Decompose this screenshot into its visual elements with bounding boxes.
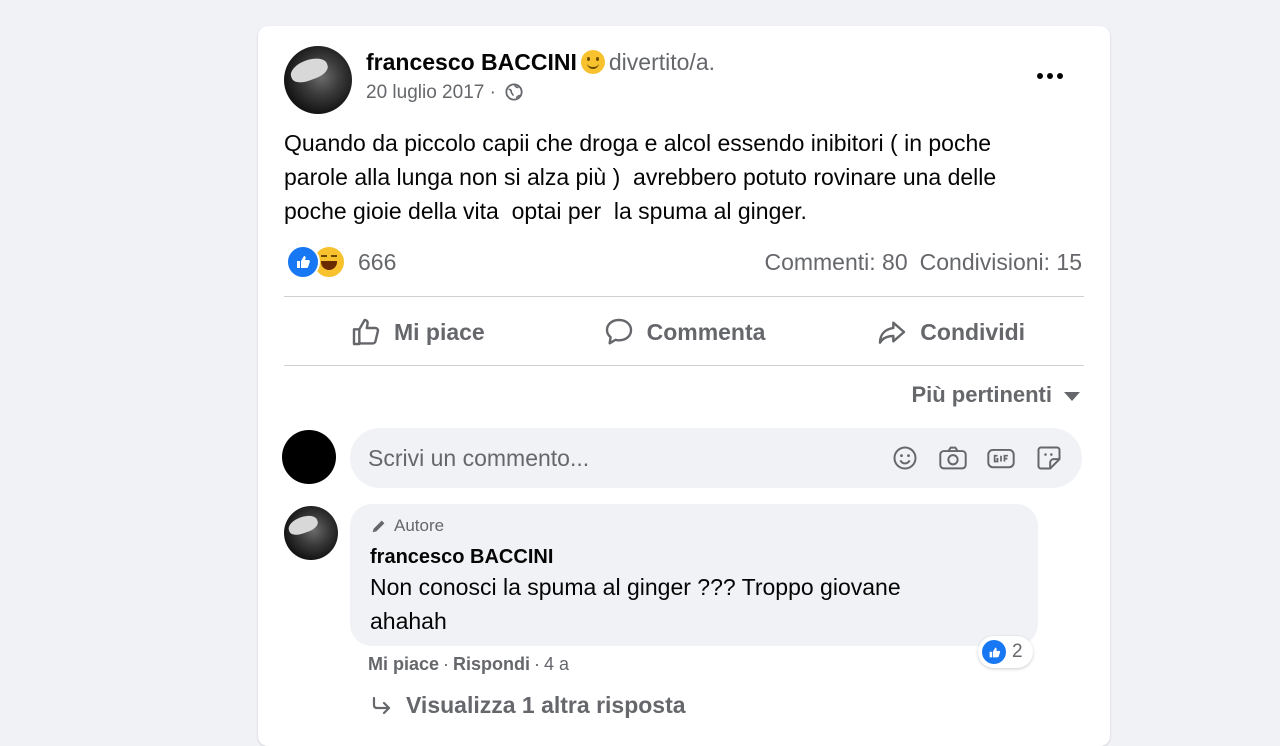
reply-comment: Autore francesco BACCINI Non conosci la … <box>350 504 1038 646</box>
reply-text-line: ahahah <box>370 608 447 634</box>
comment-composer <box>350 428 1082 488</box>
post-date[interactable]: 20 luglio 2017 · <box>366 82 496 103</box>
comment-label: Commenta <box>646 318 766 345</box>
divider <box>284 365 1084 366</box>
post-text-line: Quando da piccolo capii che droga e alco… <box>284 130 992 156</box>
thumbs-up-icon <box>352 318 380 346</box>
sticker-icon[interactable] <box>1032 441 1066 475</box>
meta-separator: · <box>534 654 541 674</box>
divider <box>284 296 1084 297</box>
reactions-summary: 666 Commenti: 80 Condivisioni: 15 <box>286 242 1082 282</box>
reply-author-name[interactable]: francesco BACCINI <box>370 546 553 569</box>
post-body: Quando da piccolo capii che droga e alco… <box>284 126 1084 228</box>
globe-icon <box>505 83 523 107</box>
smile-icon <box>580 50 605 74</box>
like-reaction-icon <box>982 640 1006 664</box>
reply-time[interactable]: 4 a <box>544 654 569 675</box>
comment-tools <box>888 441 1082 475</box>
comment-input[interactable] <box>350 443 888 473</box>
gif-icon[interactable] <box>984 441 1018 475</box>
more-options-icon[interactable] <box>1030 64 1070 88</box>
view-more-label: Visualizza 1 altra risposta <box>406 692 686 718</box>
share-button[interactable]: Condividi <box>817 305 1084 359</box>
post-text-line: parole alla lunga non si alza più ) avre… <box>284 164 997 190</box>
reply-reaction-count: 2 <box>1012 641 1023 662</box>
post-stats: Commenti: 80 Condivisioni: 15 <box>764 249 1082 276</box>
comment-button[interactable]: Commenta <box>551 305 818 359</box>
comment-sort-dropdown[interactable]: Più pertinenti <box>911 382 1080 408</box>
sort-label: Più pertinenti <box>911 382 1052 407</box>
reaction-count[interactable]: 666 <box>358 249 396 276</box>
share-arrow-icon <box>879 321 906 344</box>
comment-bubble-icon <box>605 318 632 345</box>
like-button[interactable]: Mi piace <box>284 305 551 359</box>
reply-text: Non conosci la spuma al ginger ??? Tropp… <box>370 570 1010 638</box>
reply-meta: Mi piace · Rispondi · 4 a <box>368 654 569 675</box>
feeling-text: divertito/a. <box>608 49 715 75</box>
pencil-icon <box>372 520 385 533</box>
post-card: francesco BACCINI divertito/a. 20 luglio … <box>258 26 1110 746</box>
post-header: francesco BACCINI divertito/a. <box>366 48 715 76</box>
author-avatar[interactable] <box>284 46 352 114</box>
emoji-icon[interactable] <box>888 441 922 475</box>
post-date-row: 20 luglio 2017 · <box>366 82 523 107</box>
camera-icon[interactable] <box>936 441 970 475</box>
like-reaction-icon[interactable] <box>286 245 320 279</box>
reply-text-line: Non conosci la spuma al ginger ??? Tropp… <box>370 574 901 600</box>
author-badge-label: Autore <box>394 516 445 535</box>
meta-separator: · <box>443 654 450 674</box>
reply-reactions[interactable]: 2 <box>978 636 1033 668</box>
current-user-avatar[interactable] <box>282 430 336 484</box>
reply-author-avatar[interactable] <box>284 506 338 560</box>
reply-like-link[interactable]: Mi piace <box>368 654 439 675</box>
reply-reply-link[interactable]: Rispondi <box>453 654 530 675</box>
post-text-line: poche gioie della vita optai per la spum… <box>284 198 807 224</box>
author-name[interactable]: francesco BACCINI <box>366 49 577 75</box>
post-actions: Mi piace Commenta Condividi <box>284 302 1084 362</box>
view-more-replies[interactable]: Visualizza 1 altra risposta <box>370 692 686 719</box>
share-label: Condividi <box>920 318 1026 345</box>
shares-count[interactable]: Condivisioni: 15 <box>920 249 1082 276</box>
comments-count[interactable]: Commenti: 80 <box>764 249 907 276</box>
reply-arrow-icon <box>372 696 391 714</box>
caret-down-icon <box>1064 392 1080 401</box>
like-label: Mi piace <box>393 318 485 345</box>
author-badge: Autore <box>370 516 444 536</box>
